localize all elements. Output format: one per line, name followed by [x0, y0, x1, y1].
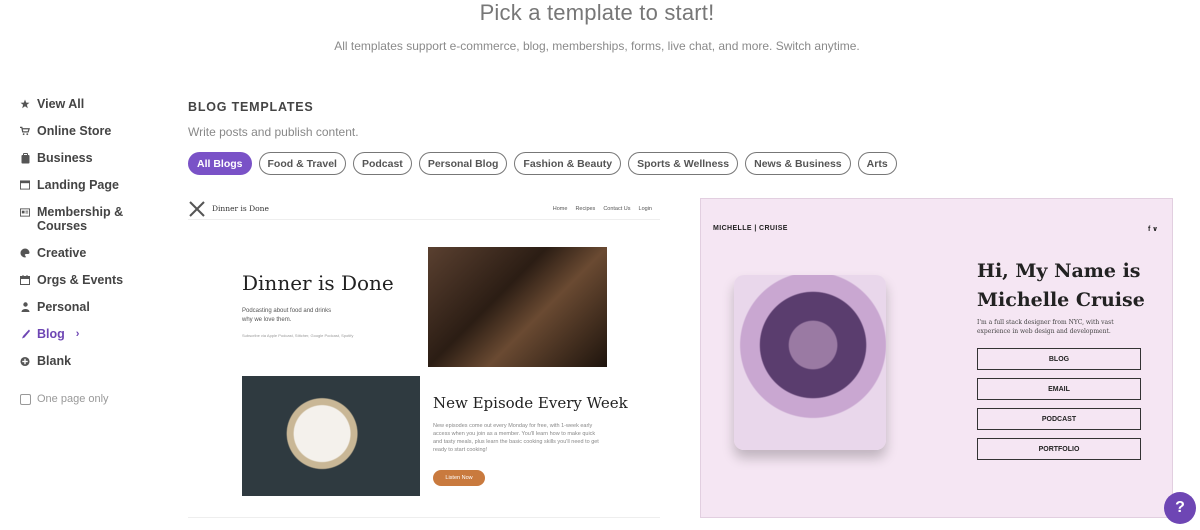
section-heading: BLOG TEMPLATES	[188, 100, 314, 114]
dinner-party-photo	[428, 247, 607, 367]
sidebar-item-label: Landing Page	[37, 178, 119, 192]
noodle-bowl-photo	[242, 376, 420, 496]
preview-tagline: Podcasting about food and drinks why we …	[242, 308, 332, 323]
preview-logo-text: Dinner is Done	[212, 204, 269, 213]
palette-icon	[20, 246, 30, 260]
preview-subscribe-text: Subscribe via Apple Podcast, Stitcher, G…	[242, 333, 354, 338]
preview-blog-button: BLOG	[977, 348, 1141, 370]
preview-brand: MICHELLE | CRUISE	[713, 225, 788, 232]
sidebar-item-label: Blank	[37, 354, 72, 368]
briefcase-icon	[20, 151, 30, 165]
preview-nav-link: Home	[552, 205, 568, 212]
filter-arts[interactable]: Arts	[857, 152, 897, 175]
preview-heading: Hi, My Name is Michelle Cruise	[977, 257, 1145, 315]
preview-navbar: Dinner is Done Home Recipes Contact Us L…	[188, 198, 660, 220]
preview-episode-text: New episodes come out every Monday for f…	[433, 423, 599, 453]
sidebar-item-label: Creative	[37, 246, 87, 260]
sidebar-item-business[interactable]: Business	[20, 151, 170, 165]
section-description: Write posts and publish content.	[188, 125, 359, 139]
sidebar-item-label: Membership & Courses	[37, 205, 124, 233]
preview-email-button: EMAIL	[977, 378, 1141, 400]
preview-link-buttons: BLOG EMAIL PODCAST PORTFOLIO	[977, 348, 1141, 460]
filter-bar: All Blogs Food & Travel Podcast Personal…	[188, 152, 897, 175]
sidebar-item-label: Online Store	[37, 124, 112, 138]
preview-nav-link: Login	[638, 205, 652, 212]
filter-news-business[interactable]: News & Business	[745, 152, 851, 175]
filter-personal-blog[interactable]: Personal Blog	[418, 152, 508, 175]
sidebar-item-label: Blog	[37, 327, 65, 341]
one-page-label: One page only	[37, 393, 109, 405]
sidebar-item-personal[interactable]: Personal	[20, 300, 170, 314]
plus-circle-icon	[20, 354, 30, 368]
facebook-icon: f ∨	[1148, 226, 1158, 233]
sidebar-item-blank[interactable]: Blank	[20, 354, 170, 368]
calendar-icon	[20, 273, 30, 287]
category-sidebar: View All Online Store Business Landing P…	[20, 97, 170, 405]
sidebar-item-landing-page[interactable]: Landing Page	[20, 178, 170, 192]
sidebar-item-view-all[interactable]: View All	[20, 97, 170, 111]
person-icon	[20, 300, 30, 314]
portrait-photo	[734, 275, 886, 450]
sidebar-item-label: Business	[37, 151, 93, 165]
cart-icon	[20, 124, 30, 138]
preview-heading-line: Hi, My Name is	[977, 260, 1141, 282]
sidebar-item-membership-courses[interactable]: Membership & Courses	[20, 205, 170, 233]
chevron-right-icon: ›	[75, 328, 80, 340]
preview-heading-line: Michelle Cruise	[977, 289, 1145, 311]
preview-podcast-button: PODCAST	[977, 408, 1141, 430]
filter-all-blogs[interactable]: All Blogs	[188, 152, 252, 175]
sidebar-item-label: View All	[37, 97, 85, 111]
preview-listen-button: Listen Now	[433, 470, 485, 486]
sidebar-item-label: Orgs & Events	[37, 273, 124, 287]
sidebar-item-label: Personal	[37, 300, 90, 314]
preview-nav-link: Recipes	[575, 205, 596, 212]
filter-sports-wellness[interactable]: Sports & Wellness	[628, 152, 739, 175]
preview-nav-link: Contact Us	[603, 205, 631, 212]
browser-icon	[20, 178, 30, 192]
page-title: Pick a template to start!	[479, 0, 715, 25]
sidebar-item-online-store[interactable]: Online Store	[20, 124, 170, 138]
filter-food-travel[interactable]: Food & Travel	[258, 152, 346, 175]
page-subtitle: All templates support e-commerce, blog, …	[334, 39, 860, 53]
preview-hero-title: Dinner is Done	[242, 271, 394, 295]
preview-bio: I'm a full stack designer from NYC, with…	[977, 319, 1114, 335]
template-card-michelle-cruise[interactable]: MICHELLE | CRUISE f ∨ Hi, My Name is Mic…	[700, 198, 1173, 518]
preview-nav-links: Home Recipes Contact Us Login	[553, 206, 652, 212]
sidebar-item-orgs-events[interactable]: Orgs & Events	[20, 273, 170, 287]
preview-episode-title: New Episode Every Week	[433, 394, 628, 412]
filter-fashion-beauty[interactable]: Fashion & Beauty	[514, 152, 622, 175]
preview-portfolio-button: PORTFOLIO	[977, 438, 1141, 460]
id-card-icon	[20, 205, 30, 219]
one-page-checkbox[interactable]	[20, 393, 31, 405]
one-page-only-toggle[interactable]: One page only	[20, 393, 170, 405]
pen-icon	[20, 327, 30, 341]
help-button[interactable]: ?	[1164, 492, 1196, 524]
sidebar-item-creative[interactable]: Creative	[20, 246, 170, 260]
star-icon	[20, 97, 30, 111]
utensils-logo-icon	[189, 200, 205, 217]
sidebar-item-blog[interactable]: Blog ›	[20, 327, 170, 341]
filter-podcast[interactable]: Podcast	[352, 152, 412, 175]
template-card-dinner-is-done[interactable]: Dinner is Done Home Recipes Contact Us L…	[188, 198, 660, 518]
